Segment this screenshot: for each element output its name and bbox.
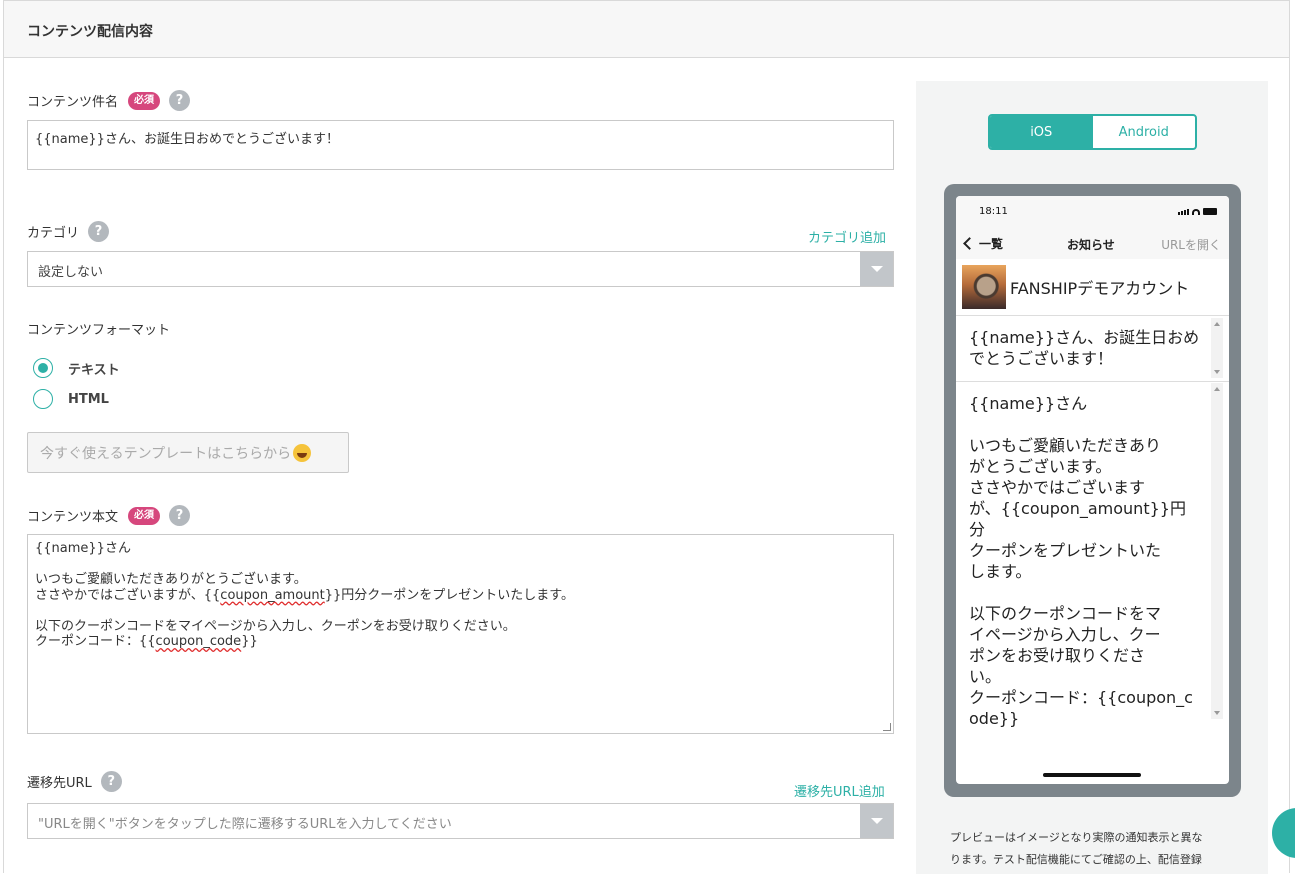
preview-title: {{name}}さん、お誕生日おめ でとうございます！: [956, 316, 1229, 382]
tab-ios[interactable]: iOS: [990, 116, 1093, 148]
add-category-link[interactable]: カテゴリ追加: [808, 227, 886, 246]
home-indicator: [1043, 773, 1141, 777]
preview-body-line: ポンをお受け取りくださ: [969, 646, 1146, 665]
preview-note-line: プレビューはイメージとなり実際の通知表示と異な: [950, 831, 1203, 844]
help-icon[interactable]: ?: [169, 90, 191, 111]
preview-body-line: イページから入力し、クー: [969, 625, 1161, 644]
preview-body-line: します。: [969, 562, 1032, 581]
preview-body: {{name}}さん いつもご愛顧いただきあり がとうございます。 ささやかでは…: [956, 383, 1229, 728]
add-url-link[interactable]: 遷移先URL追加: [794, 781, 885, 800]
required-badge: 必須: [128, 506, 161, 525]
status-icons: [1178, 208, 1217, 215]
section-header: コンテンツ配信内容: [4, 1, 1289, 58]
url-label-row: 遷移先URL ?: [27, 771, 122, 792]
body-line: ささやかではございますが、{{coupon_amount}}円分クーポンをプレゼ…: [35, 587, 574, 603]
category-select[interactable]: 設定しない: [27, 251, 894, 287]
phone-mockup: 18:11 一覧 お知らせ URLを開く FANSHIPデモアカウント {{na…: [944, 184, 1241, 797]
platform-toggle[interactable]: iOS Android: [988, 114, 1197, 150]
body-line: クーポンコード：{{coupon_code}}: [35, 634, 258, 649]
title-scrollbar[interactable]: [1211, 318, 1223, 378]
sender-avatar: [962, 265, 1006, 309]
preview-body-line: クーポンコード：{{coupon_c: [969, 688, 1193, 707]
preview-note: プレビューはイメージとなり実際の通知表示と異な ります。テスト配信機能にてご確認…: [950, 827, 1240, 871]
category-label-row: カテゴリ ?: [27, 221, 110, 242]
nav-back-button[interactable]: 一覧: [962, 235, 1003, 252]
chevron-left-icon: [963, 237, 976, 250]
preview-body-line: いつもご愛顧いただきあり: [969, 436, 1162, 455]
body-scrollbar[interactable]: [1211, 383, 1223, 719]
format-radio-html[interactable]: HTML: [33, 389, 109, 409]
battery-icon: [1203, 208, 1217, 215]
preview-body-line: い。: [969, 667, 1002, 686]
body-line: 以下のクーポンコードをマイページから入力し、クーポンをお受け取りください。: [35, 618, 516, 634]
body-line: [35, 603, 886, 619]
preview-body-line: {{name}}さん: [969, 394, 1088, 413]
status-time: 18:11: [979, 206, 1008, 217]
content-delivery-panel: コンテンツ配信内容 コンテンツ件名 必須 ? {{name}}さん、お誕生日おめ…: [3, 0, 1290, 874]
radio-selected-icon[interactable]: [33, 358, 53, 378]
preview-body-line: ode}}: [969, 709, 1020, 728]
url-select[interactable]: "URLを開く"ボタンをタップした際に遷移するURLを入力してください: [27, 803, 894, 839]
help-icon[interactable]: ?: [100, 771, 122, 792]
nav-back-label: 一覧: [979, 237, 1004, 251]
subject-input[interactable]: {{name}}さん、お誕生日おめでとうございます！: [27, 120, 894, 170]
body-line: {{name}}さん: [35, 541, 131, 556]
preview-body-line: が、{{coupon_amount}}円分: [969, 499, 1186, 539]
preview-note-line: ります。テスト配信機能にてご確認の上、配信登録: [950, 853, 1202, 866]
chevron-down-icon[interactable]: [860, 804, 893, 838]
category-select-value: 設定しない: [38, 265, 104, 280]
preview-title-line: {{name}}さん、お誕生日おめ: [969, 328, 1200, 347]
preview-body-line: 以下のクーポンコードをマ: [969, 604, 1162, 623]
preview-body-line: がとうございます。: [969, 457, 1112, 476]
body-label-row: コンテンツ本文 必須 ?: [27, 505, 191, 526]
format-label: コンテンツフォーマット: [27, 323, 171, 338]
preview-body-line: [969, 414, 1199, 435]
help-icon[interactable]: ?: [169, 505, 191, 526]
radio-unselected-icon[interactable]: [33, 389, 53, 409]
url-placeholder: "URLを開く"ボタンをタップした際に遷移するURLを入力してください: [38, 817, 452, 832]
sender-name: FANSHIPデモアカウント: [1010, 279, 1190, 298]
section-title: コンテンツ配信内容: [27, 24, 153, 40]
body-label: コンテンツ本文: [27, 510, 119, 525]
required-badge: 必須: [128, 91, 161, 110]
preview-body-line: [969, 582, 1199, 603]
grinning-face-emoji-icon: [293, 443, 312, 462]
open-url-button[interactable]: URLを開く: [1161, 236, 1221, 253]
preview-navbar: 一覧 お知らせ URLを開く: [956, 226, 1229, 259]
body-line: いつもご愛顧いただきありがとうございます。: [35, 572, 307, 587]
category-label: カテゴリ: [27, 226, 80, 241]
subject-label: コンテンツ件名: [27, 95, 119, 110]
format-radio-text[interactable]: テキスト: [33, 358, 120, 378]
body-textarea[interactable]: {{name}}さん いつもご愛顧いただきありがとうございます。 ささやかではご…: [27, 534, 894, 734]
preview-body-line: クーポンをプレゼントいた: [969, 541, 1162, 560]
preview-title-line: でとうございます！: [969, 349, 1114, 368]
subject-label-row: コンテンツ件名 必須 ?: [27, 90, 191, 111]
resize-handle-icon[interactable]: [883, 723, 891, 731]
status-bar: 18:11: [956, 196, 1229, 226]
chevron-down-icon[interactable]: [860, 252, 893, 286]
nav-title: お知らせ: [1067, 238, 1115, 252]
signal-icon: [1178, 209, 1189, 215]
wifi-icon: [1192, 209, 1200, 215]
tab-android[interactable]: Android: [1093, 116, 1196, 148]
help-icon[interactable]: ?: [88, 221, 110, 242]
url-label: 遷移先URL: [27, 776, 92, 791]
format-option-text: テキスト: [68, 362, 120, 378]
template-button[interactable]: 今すぐ使えるテンプレートはこちらから: [27, 432, 349, 473]
preview-body-line: ささやかではございます: [969, 478, 1146, 497]
preview-panel: iOS Android 18:11 一覧 お知らせ URLを開く FANSHIP…: [916, 81, 1268, 874]
body-line: [35, 557, 886, 573]
format-option-html: HTML: [68, 391, 109, 407]
template-button-label: 今すぐ使えるテンプレートはこちらから: [40, 445, 292, 462]
sender-row: FANSHIPデモアカウント: [956, 259, 1229, 316]
phone-screen: 18:11 一覧 お知らせ URLを開く FANSHIPデモアカウント {{na…: [956, 196, 1229, 784]
